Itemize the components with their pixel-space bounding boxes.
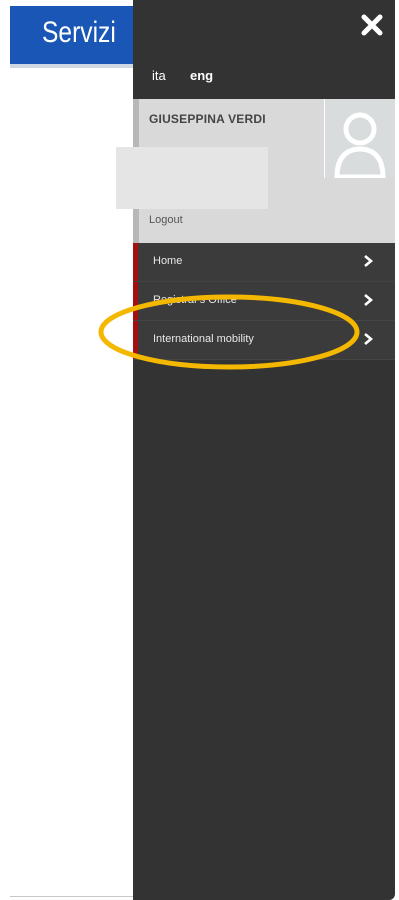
redaction-box xyxy=(116,147,268,209)
page-header: Servizi xyxy=(10,6,134,64)
menu-item-label: International mobility xyxy=(153,333,254,345)
user-avatar-icon[interactable] xyxy=(324,99,395,178)
menu-item-international-mobility[interactable]: International mobility xyxy=(133,321,395,360)
side-menu-panel: ita eng GIUSEPPINA VERDI Logout Home Reg… xyxy=(133,0,395,900)
language-ita-link[interactable]: ita xyxy=(152,68,166,83)
header-underline xyxy=(10,64,134,68)
page-title: Servizi xyxy=(42,16,116,49)
menu-item-home[interactable]: Home xyxy=(133,243,395,282)
menu-item-accent xyxy=(133,243,138,281)
menu-item-label: Registrar's Office xyxy=(153,294,237,306)
chevron-right-icon xyxy=(363,332,373,346)
page-divider xyxy=(10,896,134,897)
chevron-right-icon xyxy=(363,293,373,307)
menu-item-label: Home xyxy=(153,255,183,267)
chevron-right-icon xyxy=(363,254,373,268)
menu-item-accent xyxy=(133,321,138,359)
logout-link[interactable]: Logout xyxy=(149,214,183,226)
language-eng-link[interactable]: eng xyxy=(190,68,213,83)
close-icon[interactable] xyxy=(359,12,385,38)
menu-item-registrars-office[interactable]: Registrar's Office xyxy=(133,282,395,321)
menu-item-accent xyxy=(133,282,138,320)
side-menu: Home Registrar's Office International mo… xyxy=(133,243,395,360)
user-name: GIUSEPPINA VERDI xyxy=(149,112,266,126)
